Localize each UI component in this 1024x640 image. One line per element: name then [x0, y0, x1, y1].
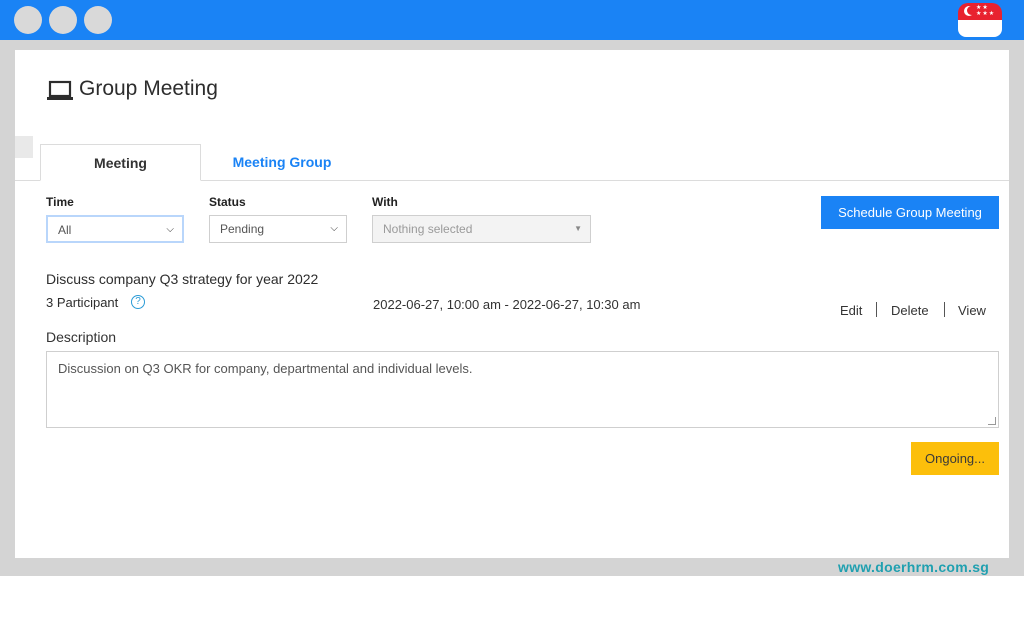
window-close-button[interactable]	[14, 6, 42, 34]
edit-link[interactable]: Edit	[840, 303, 862, 318]
footer-url[interactable]: www.doerhrm.com.sg	[838, 559, 989, 575]
page-title: Group Meeting	[79, 77, 218, 100]
meeting-title: Discuss company Q3 strategy for year 202…	[46, 271, 319, 287]
chevron-down-icon: ⌵	[166, 224, 174, 235]
monitor-icon	[47, 80, 73, 100]
ongoing-status-button[interactable]: Ongoing...	[911, 442, 999, 475]
time-select-value: All	[58, 223, 72, 237]
tab-meeting[interactable]: Meeting	[40, 144, 201, 181]
meeting-datetime: 2022-06-27, 10:00 am - 2022-06-27, 10:30…	[373, 297, 641, 312]
delete-link[interactable]: Delete	[891, 303, 929, 318]
with-select-placeholder: Nothing selected	[383, 222, 473, 236]
action-separator	[944, 302, 945, 317]
with-select[interactable]: Nothing selected ▼	[372, 215, 591, 243]
resize-handle-icon[interactable]	[988, 417, 996, 425]
description-textarea[interactable]: Discussion on Q3 OKR for company, depart…	[46, 351, 999, 428]
time-select[interactable]: All ⌵	[46, 215, 184, 243]
description-text: Discussion on Q3 OKR for company, depart…	[58, 361, 473, 376]
sidebar-stub	[15, 136, 33, 158]
status-select-value: Pending	[220, 222, 265, 236]
window-titlebar: ★★ ★★★	[0, 0, 1024, 40]
singapore-flag-icon: ★★ ★★★	[958, 3, 1002, 37]
participants-count: 3 Participant	[46, 295, 119, 310]
status-filter-label: Status	[209, 195, 246, 209]
help-icon[interactable]: ?	[131, 295, 145, 309]
view-link[interactable]: View	[958, 303, 986, 318]
tab-meeting-group[interactable]: Meeting Group	[212, 144, 352, 181]
status-select[interactable]: Pending ⌵	[209, 215, 347, 243]
with-filter-label: With	[372, 195, 398, 209]
window-minimize-button[interactable]	[49, 6, 77, 34]
description-label: Description	[46, 329, 117, 345]
window-maximize-button[interactable]	[84, 6, 112, 34]
caret-down-icon: ▼	[574, 224, 582, 233]
time-filter-label: Time	[46, 195, 74, 209]
chevron-down-icon: ⌵	[330, 223, 338, 234]
schedule-group-meeting-button[interactable]: Schedule Group Meeting	[821, 196, 999, 229]
action-separator	[876, 302, 877, 317]
